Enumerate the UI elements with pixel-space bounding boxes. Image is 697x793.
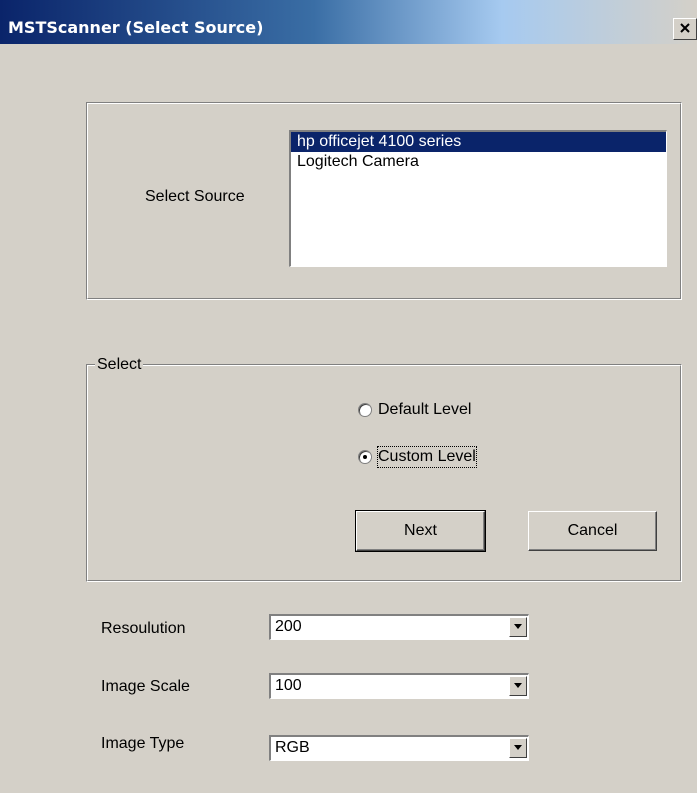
resolution-value: 200 — [275, 618, 302, 635]
source-item-hp[interactable]: hp officejet 4100 series — [291, 132, 666, 152]
close-icon — [680, 23, 690, 33]
image-scale-label: Image Scale — [101, 678, 190, 695]
image-scale-select[interactable]: 100 — [269, 673, 529, 699]
close-button[interactable] — [673, 18, 697, 40]
image-type-label: Image Type — [101, 735, 185, 752]
cancel-button[interactable]: Cancel — [528, 511, 657, 551]
image-type-select[interactable]: RGB — [269, 735, 529, 761]
radio-custom-circle[interactable] — [358, 450, 372, 464]
radio-custom-level[interactable]: Custom Level — [358, 446, 518, 471]
chevron-down-icon — [514, 745, 522, 750]
chevron-down-icon — [514, 624, 522, 629]
image-type-dropdown-button[interactable] — [509, 738, 527, 758]
image-scale-value: 100 — [275, 677, 302, 694]
resolution-select[interactable]: 200 — [269, 614, 529, 640]
next-button[interactable]: Next — [355, 510, 486, 552]
radio-default-circle[interactable] — [358, 403, 372, 417]
radio-default-label[interactable]: Default Level — [378, 400, 471, 420]
source-listbox[interactable]: hp officejet 4100 series Logitech Camera — [289, 130, 667, 267]
image-scale-dropdown-button[interactable] — [509, 676, 527, 696]
dialog-window: MSTScanner (Select Source) Select Source… — [0, 0, 697, 793]
radio-custom-label[interactable]: Custom Level — [377, 446, 477, 468]
resolution-label: Resoulution — [101, 620, 186, 637]
image-type-value: RGB — [275, 739, 310, 756]
select-group-legend: Select — [95, 356, 144, 374]
radio-default-level[interactable]: Default Level — [358, 400, 518, 424]
window-title: MSTScanner (Select Source) — [8, 18, 264, 37]
resolution-dropdown-button[interactable] — [509, 617, 527, 637]
chevron-down-icon — [514, 683, 522, 688]
title-bar[interactable]: MSTScanner (Select Source) — [0, 0, 697, 44]
radio-selected-dot — [363, 455, 367, 459]
source-item-logitech[interactable]: Logitech Camera — [291, 152, 666, 172]
select-source-label: Select Source — [145, 188, 245, 205]
